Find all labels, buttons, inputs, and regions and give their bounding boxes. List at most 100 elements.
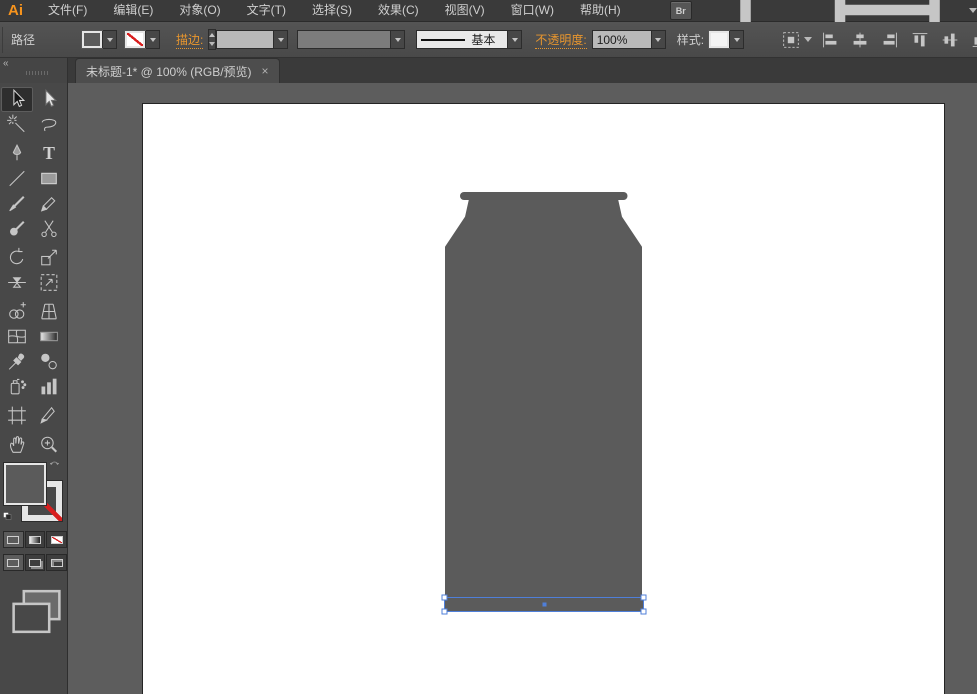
valign-top-button[interactable] — [908, 29, 932, 51]
fill-none-button[interactable] — [46, 531, 68, 548]
column-graph-tool[interactable] — [33, 374, 65, 399]
control-bar: 路径 描边: 基本 不透明度: 100% 样式: — [0, 22, 977, 58]
style-combo[interactable] — [708, 30, 745, 49]
width-profile-combo[interactable] — [297, 30, 406, 49]
panel-grip[interactable] — [2, 26, 3, 53]
selection-handle[interactable] — [640, 608, 647, 615]
blend-tool[interactable] — [33, 349, 65, 374]
shape-builder-tool[interactable] — [1, 299, 33, 324]
symbol-sprayer-tool[interactable] — [1, 374, 33, 399]
opacity-combo[interactable]: 100% — [591, 30, 666, 49]
menu-item-object[interactable]: 对象(O) — [166, 0, 233, 21]
align-to-selection-button[interactable] — [778, 29, 813, 51]
lasso-tool[interactable] — [33, 112, 65, 137]
width-tool[interactable] — [1, 270, 33, 295]
menu-item-file[interactable]: 文件(F) — [35, 0, 100, 21]
rotate-tool[interactable] — [1, 245, 33, 270]
width-profile-dropdown[interactable] — [390, 31, 405, 48]
style-dropdown[interactable] — [729, 31, 744, 48]
zoom-tool[interactable] — [33, 432, 65, 457]
stroke-weight-combo[interactable] — [216, 30, 289, 49]
free-transform-tool[interactable] — [33, 270, 65, 295]
line-segment-tool[interactable] — [1, 166, 33, 191]
align-right-button[interactable] — [878, 29, 902, 51]
menu-item-view[interactable]: 视图(V) — [432, 0, 498, 21]
swap-fill-stroke-icon[interactable] — [48, 459, 63, 472]
fill-none-icon — [50, 535, 63, 544]
scale-tool[interactable] — [33, 245, 65, 270]
paintbrush-tool[interactable] — [1, 191, 33, 216]
stroke-swatch-none[interactable] — [124, 30, 147, 49]
fill-color-button[interactable] — [3, 531, 24, 548]
bottle-body-shape[interactable] — [445, 198, 642, 600]
menu-item-edit[interactable]: 编辑(E) — [100, 0, 166, 21]
menu-item-help[interactable]: 帮助(H) — [567, 0, 634, 21]
eyedropper-tool[interactable] — [1, 349, 33, 374]
valign-bottom-button[interactable] — [968, 29, 977, 51]
menu-item-effect[interactable]: 效果(C) — [365, 0, 432, 21]
bridge-button[interactable]: Br — [669, 1, 692, 20]
blob-brush-tool[interactable] — [1, 216, 33, 241]
draw-inside-button[interactable] — [46, 554, 68, 571]
fill-gradient-button[interactable] — [24, 531, 46, 548]
paint-mode-row — [0, 531, 68, 548]
stroke-weight-stepper[interactable] — [208, 29, 217, 50]
stroke-dropdown-button[interactable] — [145, 31, 160, 48]
shape-builder-icon — [9, 302, 26, 319]
selection-tool[interactable] — [1, 87, 33, 112]
stroke-color-combo[interactable] — [124, 30, 161, 49]
menu-item-select[interactable]: 选择(S) — [299, 0, 365, 21]
stroke-weight-dropdown[interactable] — [273, 31, 288, 48]
selection-handle[interactable] — [640, 594, 647, 601]
collapse-panel-button[interactable]: « — [3, 59, 9, 69]
fill-color-combo[interactable] — [81, 30, 118, 49]
canvas[interactable] — [68, 83, 977, 694]
chevron-down-icon — [511, 37, 518, 42]
align-left-button[interactable] — [818, 29, 842, 51]
draw-behind-button[interactable] — [24, 554, 46, 571]
pen-tool[interactable] — [1, 141, 33, 166]
screen-mode-button[interactable] — [0, 581, 67, 642]
opacity-panel-link[interactable]: 不透明度: — [535, 31, 587, 49]
draw-behind-icon — [29, 558, 41, 567]
selection-handle[interactable] — [441, 594, 448, 601]
document-tab[interactable]: 未标题-1* @ 100% (RGB/预览) × — [75, 58, 280, 83]
type-tool[interactable]: T — [33, 141, 65, 166]
fill-swatch[interactable] — [81, 30, 104, 49]
stroke-panel-link[interactable]: 描边: — [176, 31, 204, 49]
stroke-weight-field[interactable] — [217, 31, 274, 48]
fill-gradient-icon — [29, 535, 41, 544]
mesh-tool[interactable] — [1, 324, 33, 349]
fill-proxy[interactable] — [3, 462, 47, 506]
scissors-tool[interactable] — [33, 216, 65, 241]
brush-definition-combo[interactable]: 基本 — [416, 30, 523, 49]
pencil-tool[interactable] — [33, 191, 65, 216]
close-tab-icon[interactable]: × — [262, 64, 269, 78]
align-center-h-icon — [853, 32, 867, 47]
fill-dropdown-button[interactable] — [102, 31, 117, 48]
style-swatch[interactable] — [708, 30, 731, 49]
perspective-grid-tool[interactable] — [33, 299, 65, 324]
gradient-tool[interactable] — [33, 324, 65, 349]
stepper-up-button[interactable] — [209, 30, 216, 40]
menu-item-window[interactable]: 窗口(W) — [498, 0, 567, 21]
rectangle-tool[interactable] — [33, 166, 65, 191]
brush-definition-dropdown[interactable] — [507, 31, 522, 48]
hand-tool[interactable] — [1, 432, 33, 457]
rotate-icon — [9, 247, 24, 265]
menu-item-type[interactable]: 文字(T) — [234, 0, 299, 21]
valign-middle-button[interactable] — [938, 29, 962, 51]
draw-normal-button[interactable] — [3, 554, 24, 571]
slice-tool[interactable] — [33, 403, 65, 428]
default-fill-stroke-icon[interactable] — [2, 509, 14, 521]
opacity-dropdown[interactable] — [650, 31, 665, 48]
align-center-h-button[interactable] — [848, 29, 872, 51]
artboard-tool[interactable] — [1, 403, 33, 428]
chevron-down-icon — [733, 37, 740, 42]
width-profile-preview[interactable] — [298, 31, 391, 48]
magic-wand-tool[interactable] — [1, 112, 33, 137]
stepper-down-button[interactable] — [209, 40, 216, 50]
direct-selection-tool[interactable] — [33, 87, 65, 112]
opacity-field[interactable]: 100% — [592, 31, 651, 48]
selection-handle[interactable] — [441, 608, 448, 615]
